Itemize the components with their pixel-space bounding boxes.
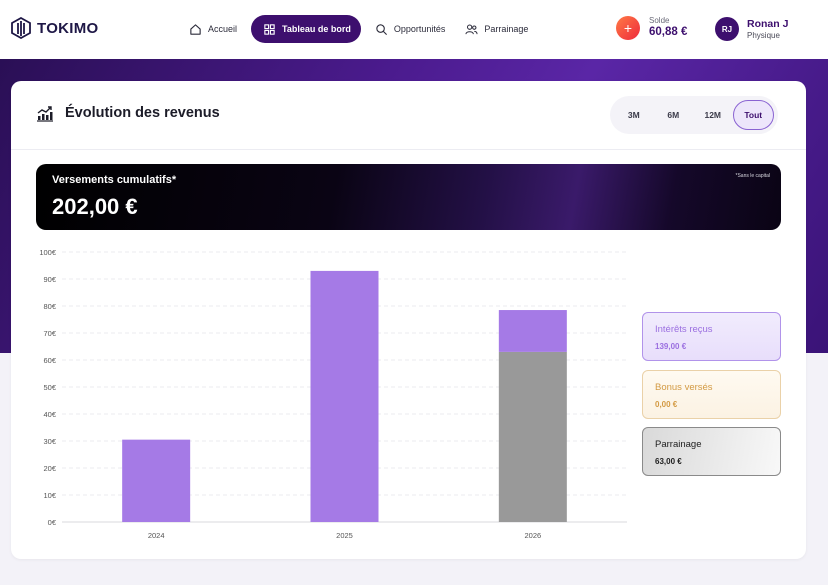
y-tick-label: 0€ <box>48 518 57 527</box>
x-tick-label: 2026 <box>524 531 541 540</box>
brand-logo[interactable]: TOKIMO <box>11 17 99 39</box>
user-menu[interactable]: RJ Ronan J Physique <box>715 17 788 41</box>
revenue-card: Évolution des revenus 3M 6M 12M Tout Ver… <box>11 81 806 559</box>
range-12m-button[interactable]: 12M <box>693 100 733 130</box>
nav-parrainage-label: Parrainage <box>484 24 529 34</box>
balance-widget: + Solde 60,88 € <box>616 16 687 40</box>
range-6m-button[interactable]: 6M <box>654 100 694 130</box>
nav-accueil-label: Accueil <box>208 24 238 34</box>
avatar: RJ <box>715 17 739 41</box>
x-tick-label: 2024 <box>148 531 165 540</box>
legend-interets-label: Intérêts reçus <box>655 324 713 335</box>
nav-opportunites-label: Opportunités <box>393 24 446 34</box>
y-tick-label: 100€ <box>39 248 57 257</box>
bar-2026-intrtsreus <box>498 310 567 352</box>
dashboard-icon <box>264 23 275 35</box>
user-name: Ronan J <box>747 17 789 30</box>
y-tick-label: 20€ <box>43 464 56 473</box>
nav-accueil[interactable]: Accueil <box>183 15 243 43</box>
legend-bonus-label: Bonus versés <box>655 382 713 393</box>
legend-bonus-value: 0,00 € <box>655 400 678 409</box>
balance-label: Solde <box>649 16 670 26</box>
legend-parrainage-value: 63,00 € <box>655 457 682 466</box>
nav-opportunites[interactable]: Opportunités <box>369 15 452 43</box>
revenue-bar-chart: 0€ 10€ 20€ 30€ 40€ 50€ 60€ 70€ 80€ 90€ 100€ 2024 202… <box>39 248 627 540</box>
y-tick-label: 10€ <box>43 491 56 500</box>
bar-2025-intrtsreus <box>310 270 379 522</box>
time-range-selector: 3M 6M 12M Tout <box>610 96 778 134</box>
search-icon <box>376 23 387 35</box>
users-icon <box>465 24 478 34</box>
nav-tableau-de-bord-label: Tableau de bord <box>282 24 351 34</box>
y-tick-label: 50€ <box>43 383 56 392</box>
nav-parrainage[interactable]: Parrainage <box>459 15 534 43</box>
add-funds-button[interactable]: + <box>616 16 640 40</box>
legend-parrainage-label: Parrainage <box>655 439 702 450</box>
user-type: Physique <box>747 30 780 40</box>
home-icon <box>190 23 201 35</box>
bar-2026-parrainage <box>498 351 567 522</box>
legend-bonus: Bonus versés 0,00 € <box>642 370 781 419</box>
y-tick-label: 60€ <box>43 356 56 365</box>
y-tick-label: 30€ <box>43 437 56 446</box>
y-tick-label: 80€ <box>43 302 56 311</box>
legend-interets: Intérêts reçus 139,00 € <box>642 312 781 361</box>
nav-tableau-de-bord[interactable]: Tableau de bord <box>251 15 361 43</box>
logo-icon <box>11 17 31 39</box>
legend-parrainage: Parrainage 63,00 € <box>642 427 781 476</box>
legend-interets-value: 139,00 € <box>655 342 687 351</box>
y-tick-label: 40€ <box>43 410 56 419</box>
y-tick-label: 70€ <box>43 329 56 338</box>
cumulative-note: *Sans le capital <box>735 173 770 179</box>
brand-name: TOKIMO <box>37 19 99 37</box>
x-tick-label: 2025 <box>336 531 353 540</box>
top-nav-bar: TOKIMO Accueil Tableau de bord Opportuni… <box>0 0 828 59</box>
bar-2024-intrtsreus <box>122 439 191 522</box>
balance-value: 60,88 € <box>649 25 688 38</box>
main-nav: Accueil Tableau de bord Opportunités Par… <box>183 15 542 43</box>
y-tick-label: 90€ <box>43 275 56 284</box>
range-tout-button[interactable]: Tout <box>732 100 774 130</box>
